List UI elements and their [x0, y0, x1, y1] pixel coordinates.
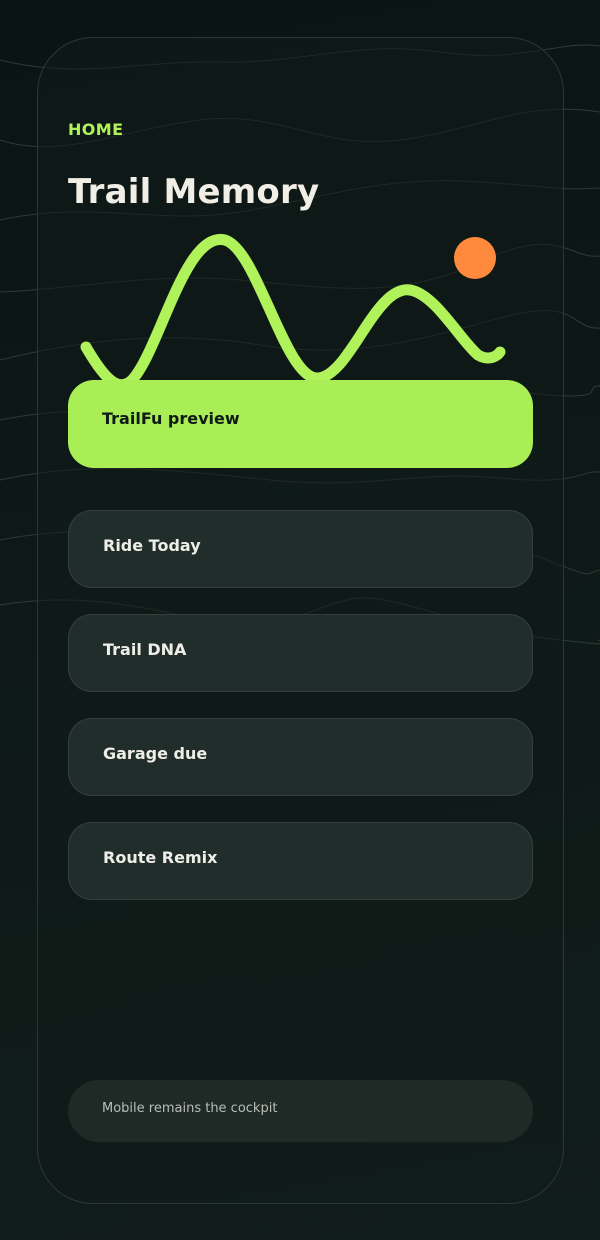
trail-dna-label: Trail DNA [103, 640, 187, 659]
footer-note-pill: Mobile remains the cockpit [68, 1080, 533, 1142]
trail-dna-button[interactable]: Trail DNA [68, 614, 533, 692]
section-eyebrow: HOME [68, 120, 124, 139]
garage-due-button[interactable]: Garage due [68, 718, 533, 796]
route-remix-button[interactable]: Route Remix [68, 822, 533, 900]
route-remix-label: Route Remix [103, 848, 218, 867]
trailfu-preview-button[interactable]: TrailFu preview [68, 380, 533, 468]
trailfu-preview-label: TrailFu preview [102, 409, 240, 428]
page-title: Trail Memory [68, 172, 320, 212]
ride-today-label: Ride Today [103, 536, 201, 555]
ride-today-button[interactable]: Ride Today [68, 510, 533, 588]
footer-note: Mobile remains the cockpit [102, 1101, 278, 1116]
garage-due-label: Garage due [103, 744, 208, 763]
